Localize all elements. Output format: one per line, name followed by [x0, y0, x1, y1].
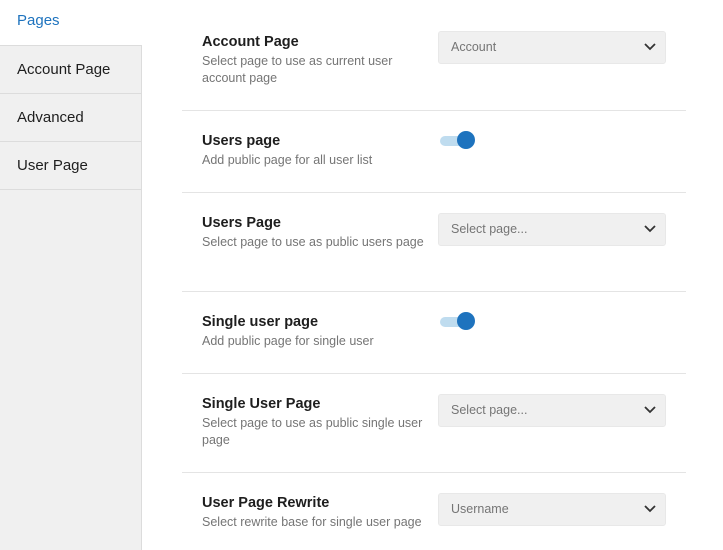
- account-page-select-value: Account: [451, 40, 497, 54]
- single-user-select-title: Single User Page: [202, 396, 321, 412]
- chevron-down-icon: [644, 406, 656, 414]
- account-page-select[interactable]: Account: [438, 31, 666, 64]
- single-user-toggle-label-group: Single user page Add public page for sin…: [202, 313, 434, 350]
- single-user-select-row: Single User Page Select page to use as p…: [182, 374, 686, 473]
- account-page-title: Account Page: [202, 34, 299, 50]
- tab-user-page[interactable]: User Page: [0, 142, 141, 190]
- single-user-select-placeholder: Select page...: [451, 403, 528, 417]
- single-user-select-description: Select page to use as public single user…: [202, 416, 423, 447]
- rewrite-description: Select rewrite base for single user page: [202, 515, 422, 529]
- users-page-toggle[interactable]: [438, 130, 476, 150]
- users-page-toggle-title: Users page: [202, 133, 281, 149]
- single-user-page-select[interactable]: Select page...: [438, 394, 666, 427]
- settings-panel: Account Page Select page to use as curre…: [182, 0, 686, 550]
- account-page-description: Select page to use as current user accou…: [202, 54, 393, 85]
- single-user-toggle-description: Add public page for single user: [202, 334, 374, 348]
- rewrite-title: User Page Rewrite: [202, 495, 330, 511]
- tab-advanced[interactable]: Advanced: [0, 94, 141, 142]
- tab-pages[interactable]: Pages: [0, 0, 142, 46]
- single-user-page-toggle[interactable]: [438, 311, 476, 331]
- chevron-down-icon: [644, 43, 656, 51]
- toggle-knob: [457, 312, 475, 330]
- toggle-knob: [457, 131, 475, 149]
- rewrite-select[interactable]: Username: [438, 493, 666, 526]
- account-page-label-group: Account Page Select page to use as curre…: [202, 33, 434, 87]
- users-page-toggle-description: Add public page for all user list: [202, 153, 373, 167]
- rewrite-select-value: Username: [451, 502, 509, 516]
- chevron-down-icon: [644, 505, 656, 513]
- tab-account-page[interactable]: Account Page: [0, 46, 141, 94]
- users-page-select-label-group: Users Page Select page to use as public …: [202, 214, 434, 251]
- account-page-row: Account Page Select page to use as curre…: [182, 0, 686, 111]
- single-user-select-label-group: Single User Page Select page to use as p…: [202, 395, 434, 449]
- users-page-select[interactable]: Select page...: [438, 213, 666, 246]
- single-user-toggle-title: Single user page: [202, 314, 319, 330]
- users-page-select-row: Users Page Select page to use as public …: [182, 193, 686, 292]
- rewrite-row: User Page Rewrite Select rewrite base fo…: [182, 473, 686, 550]
- rewrite-label-group: User Page Rewrite Select rewrite base fo…: [202, 494, 434, 531]
- chevron-down-icon: [644, 225, 656, 233]
- single-user-toggle-row: Single user page Add public page for sin…: [182, 292, 686, 374]
- users-page-select-description: Select page to use as public users page: [202, 235, 424, 249]
- users-page-toggle-label-group: Users page Add public page for all user …: [202, 132, 434, 169]
- users-page-toggle-row: Users page Add public page for all user …: [182, 111, 686, 193]
- users-page-select-placeholder: Select page...: [451, 222, 528, 236]
- settings-sidebar: Pages Account Page Advanced User Page: [0, 0, 142, 550]
- users-page-select-title: Users Page: [202, 215, 281, 231]
